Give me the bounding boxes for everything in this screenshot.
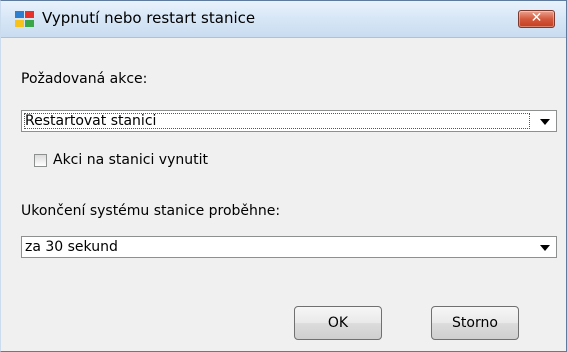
close-icon: ✕ <box>530 10 543 26</box>
chevron-down-icon[interactable] <box>540 119 550 125</box>
action-select[interactable]: Restartovat stanici <box>21 110 557 132</box>
shutdown-label: Ukončení systému stanice proběhne: <box>21 203 281 219</box>
force-checkbox-label[interactable]: Akci na stanici vynutit <box>53 152 208 168</box>
title-bar[interactable]: Vypnutí nebo restart stanice ✕ <box>1 1 566 38</box>
ok-button[interactable]: OK <box>294 306 382 340</box>
window-title: Vypnutí nebo restart stanice <box>42 9 256 27</box>
dialog-window: Vypnutí nebo restart stanice ✕ Požadovan… <box>0 0 567 352</box>
shutdown-select-value: za 30 sekund <box>25 239 118 255</box>
cancel-button[interactable]: Storno <box>431 306 519 340</box>
shutdown-select[interactable]: za 30 sekund <box>21 236 557 258</box>
force-checkbox[interactable] <box>34 154 47 167</box>
chevron-down-icon[interactable] <box>540 245 550 251</box>
close-button[interactable]: ✕ <box>518 10 555 28</box>
action-label: Požadovaná akce: <box>21 71 148 87</box>
action-select-value: Restartovat stanici <box>25 113 157 129</box>
avg-logo-icon <box>15 11 34 27</box>
